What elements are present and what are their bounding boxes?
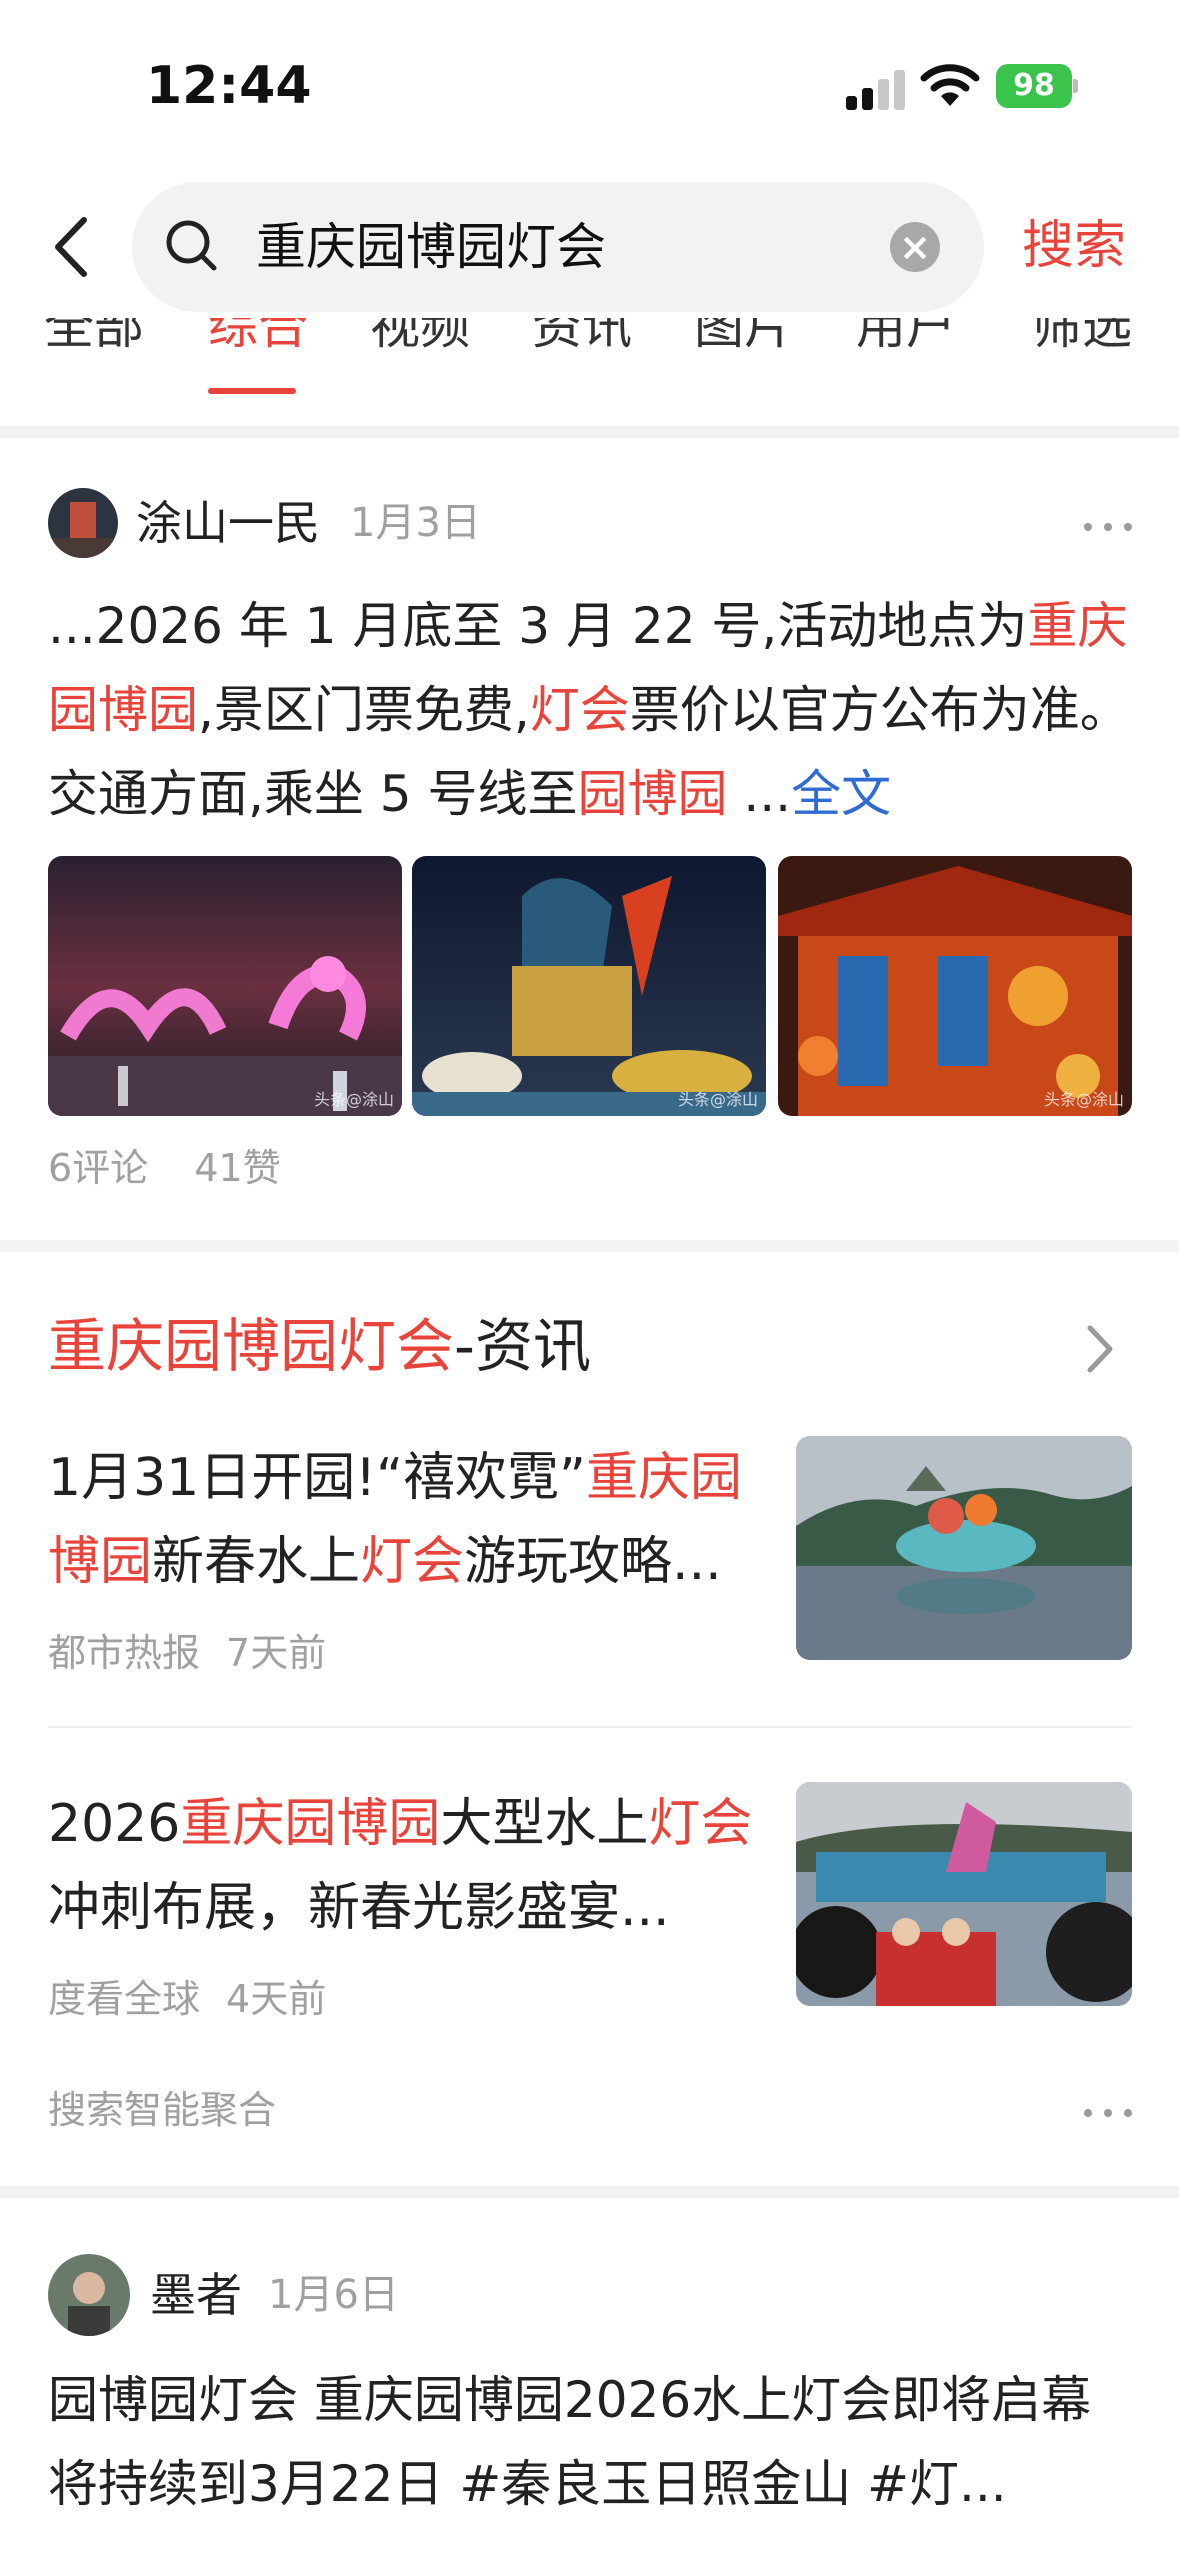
news-meta: 都市热报 7天前 bbox=[48, 1626, 326, 1680]
avatar[interactable] bbox=[48, 2254, 130, 2336]
active-tab-indicator bbox=[208, 388, 296, 394]
post-excerpt: ...2026 年 1 月底至 3 月 22 号,活动地点为重庆园博园,景区门票… bbox=[48, 597, 1130, 823]
chevron-right-icon[interactable] bbox=[1082, 1322, 1116, 1376]
news-title[interactable]: 1月31日开园!“禧欢霓”重庆园博园新春水上灯会游玩攻略... bbox=[48, 1436, 768, 1604]
comment-count[interactable]: 6评论 bbox=[48, 1146, 148, 1190]
divider bbox=[0, 1240, 1179, 1252]
post-image[interactable]: 头条@涂山 bbox=[778, 856, 1132, 1116]
divider bbox=[48, 1726, 1132, 1728]
news-title[interactable]: 2026重庆园博园大型水上灯会冲刺布展，新春光影盛宴... bbox=[48, 1782, 768, 1950]
news-source: 都市热报 bbox=[48, 1631, 201, 1675]
search-input[interactable]: 重庆园博园灯会 × bbox=[132, 182, 984, 312]
search-icon bbox=[160, 214, 224, 278]
post-image[interactable]: 头条@涂山 bbox=[412, 856, 766, 1116]
like-count[interactable]: 41赞 bbox=[194, 1146, 280, 1190]
chevron-left-icon bbox=[55, 217, 87, 277]
more-options-icon[interactable] bbox=[1082, 2102, 1142, 2122]
tab-images[interactable]: 图片 bbox=[694, 318, 794, 356]
news-time: 4天前 bbox=[226, 1977, 327, 2021]
aggregation-label: 搜索智能聚合 bbox=[48, 2088, 277, 2132]
battery-level: 98 bbox=[996, 64, 1072, 108]
divider bbox=[0, 2186, 1179, 2198]
tab-video[interactable]: 视频 bbox=[370, 318, 470, 356]
news-thumbnail[interactable] bbox=[796, 1436, 1132, 1660]
news-meta: 度看全球 4天前 bbox=[48, 1972, 326, 2026]
tab-general[interactable]: 综合 bbox=[208, 318, 308, 356]
filter-tabs: 全部 综合 视频 资讯 图片 用户 筛选 bbox=[0, 318, 1179, 426]
tab-filter[interactable]: 筛选 bbox=[1032, 318, 1132, 356]
divider bbox=[0, 426, 1179, 438]
cellular-signal-icon bbox=[846, 68, 906, 110]
full-text-link[interactable]: 全文 bbox=[791, 765, 891, 823]
more-options-icon[interactable] bbox=[1082, 516, 1142, 536]
search-submit-button[interactable]: 搜索 bbox=[1022, 214, 1126, 278]
post-image[interactable]: 头条@涂山 bbox=[48, 856, 402, 1116]
clear-search-button[interactable]: × bbox=[890, 222, 940, 272]
post-stats: 6评论 41赞 bbox=[48, 1140, 281, 1196]
tab-news[interactable]: 资讯 bbox=[532, 318, 632, 356]
news-time: 7天前 bbox=[226, 1631, 327, 1675]
battery-icon: 98 bbox=[996, 64, 1078, 108]
news-source: 度看全球 bbox=[48, 1977, 201, 2021]
wifi-icon bbox=[920, 62, 980, 108]
news-section-title[interactable]: 重庆园博园灯会-资讯 bbox=[48, 1310, 591, 1382]
news-thumbnail[interactable] bbox=[796, 1782, 1132, 2006]
post-date: 1月3日 bbox=[350, 500, 481, 546]
tab-all[interactable]: 全部 bbox=[44, 318, 144, 356]
clock: 12:44 bbox=[146, 56, 312, 116]
post-date: 1月6日 bbox=[268, 2272, 399, 2318]
post-excerpt: 园博园灯会 重庆园博园2026水上灯会即将启幕 将持续到3月22日 #秦良玉日照… bbox=[48, 2371, 1092, 2513]
back-button[interactable] bbox=[44, 212, 100, 282]
avatar[interactable] bbox=[48, 488, 118, 558]
search-query: 重庆园博园灯会 bbox=[256, 218, 606, 276]
tab-users[interactable]: 用户 bbox=[856, 318, 956, 356]
author-name[interactable]: 墨者 bbox=[150, 2266, 242, 2324]
status-bar: 12:44 98 bbox=[0, 0, 1179, 160]
author-name[interactable]: 涂山一民 bbox=[136, 494, 320, 552]
